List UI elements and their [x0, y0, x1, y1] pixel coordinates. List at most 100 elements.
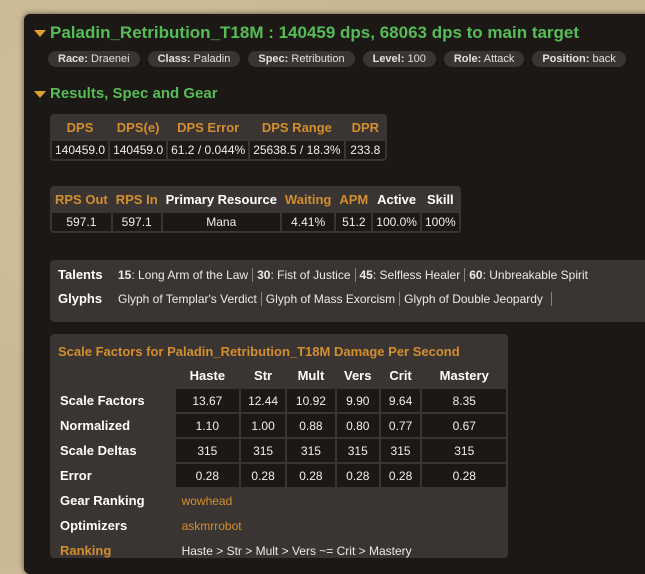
table-row: Normalized 1.10 1.00 0.88 0.80 0.77 0.67 — [56, 414, 506, 437]
section-results-title[interactable]: Results, Spec and Gear — [34, 85, 218, 102]
col-haste: Haste — [189, 368, 226, 383]
tag-class: Class: Paladin — [147, 51, 241, 67]
dps-range-header: DPS Range — [261, 120, 332, 135]
tag-position: Position: back — [532, 51, 626, 67]
active-value: 100.0% — [373, 213, 420, 231]
collapse-triangle-icon[interactable] — [34, 30, 46, 38]
dpr-header: DPR — [351, 120, 380, 135]
apm-value: 51.2 — [336, 213, 372, 231]
scale-value: 9.64 — [380, 389, 421, 412]
scale-value: 0.77 — [380, 414, 421, 437]
scale-value: 0.88 — [287, 414, 335, 437]
gear-ranking-row: Gear Ranking wowhead — [56, 489, 506, 512]
gear-ranking-label: Gear Ranking — [60, 493, 145, 508]
optimizers-row: Optimizers askmrrobot — [56, 514, 506, 537]
rps-out-header: RPS Out — [55, 192, 108, 207]
optimizers-label: Optimizers — [60, 518, 128, 533]
scale-value: 315 — [422, 439, 506, 462]
dpr-value: 233.8 — [345, 141, 386, 159]
tag-race: Race: Draenei — [48, 51, 140, 67]
report-panel: Paladin_Retribution_T18M : 140459 dps, 6… — [24, 14, 645, 574]
scale-value: 0.67 — [422, 414, 506, 437]
dps-error-value: 61.2 / 0.044% — [168, 141, 249, 159]
player-title-text: Paladin_Retribution_T18M : 140459 dps, 6… — [50, 23, 580, 42]
primary-resource-header: Primary Resource — [165, 192, 277, 207]
col-vers: Vers — [344, 368, 372, 383]
talent-item[interactable]: 15: Long Arm of the Law — [114, 267, 254, 282]
scale-value: 315 — [380, 439, 421, 462]
tag-spec: Spec: Retribution — [248, 51, 355, 67]
rps-in-header: RPS In — [115, 192, 158, 207]
col-crit: Crit — [389, 368, 412, 383]
dps-error-header: DPS Error — [177, 120, 240, 135]
talent-item[interactable]: 60: Unbreakable Spirit — [465, 268, 592, 282]
section-title-text: Results, Spec and Gear — [50, 85, 218, 102]
scale-value: 13.67 — [175, 389, 240, 412]
waiting-value: 4.41% — [281, 213, 335, 231]
scale-value: 315 — [336, 439, 379, 462]
row-label: Scale Deltas — [60, 443, 137, 458]
askmrrobot-link[interactable]: askmrrobot — [176, 514, 506, 537]
scale-value: 9.90 — [336, 389, 379, 412]
scale-value: 0.28 — [241, 464, 286, 487]
primary-resource-value: Mana — [162, 213, 280, 231]
scale-factors-box: Scale Factors for Paladin_Retribution_T1… — [50, 334, 508, 558]
talents-glyphs-box: Talents 15: Long Arm of the Law 30: Fist… — [50, 260, 645, 322]
active-header: Active — [377, 192, 417, 207]
table-row: Scale Factors 13.67 12.44 10.92 9.90 9.6… — [56, 389, 506, 412]
resource-table-box: RPS Out RPS In Primary Resource Waiting … — [50, 186, 461, 233]
glyphs-row: Glyphs Glyph of Templar's Verdict Glyph … — [58, 291, 552, 306]
apm-header: APM — [339, 192, 369, 207]
dps-header: DPS — [66, 120, 94, 135]
scale-factors-title: Scale Factors for Paladin_Retribution_T1… — [58, 344, 460, 359]
row-label: Error — [60, 468, 92, 483]
scale-value: 1.00 — [241, 414, 286, 437]
scale-value: 10.92 — [287, 389, 335, 412]
dps-e-header: DPS(e) — [116, 120, 160, 135]
table-row: Error 0.28 0.28 0.28 0.28 0.28 0.28 — [56, 464, 506, 487]
row-label: Scale Factors — [60, 393, 145, 408]
scale-value: 0.80 — [336, 414, 379, 437]
table-row: Scale Deltas 315 315 315 315 315 315 — [56, 439, 506, 462]
ranking-row: Ranking Haste > Str > Mult > Vers ~= Cri… — [56, 539, 506, 562]
col-mastery: Mastery — [439, 368, 489, 383]
collapse-triangle-icon[interactable] — [34, 90, 46, 98]
talent-item[interactable]: 30: Fist of Justice — [253, 267, 356, 282]
scale-value: 0.28 — [380, 464, 421, 487]
dps-table-box: DPS DPS(e) DPS Error DPS Range DPR 14045… — [50, 114, 388, 161]
tag-level: Level: 100 — [362, 51, 436, 67]
glyph-item[interactable]: Glyph of Templar's Verdict — [114, 291, 262, 306]
scale-factors-table: Haste Str Mult Vers Crit Mastery Scale F… — [54, 362, 508, 564]
glyph-item[interactable]: Glyph of Double Jeopardy — [400, 291, 552, 306]
row-label: Normalized — [60, 418, 131, 433]
dps-range-value: 25638.5 / 18.3% — [250, 141, 344, 159]
rps-out-value: 597.1 — [52, 213, 111, 231]
talents-row: Talents 15: Long Arm of the Law 30: Fist… — [58, 267, 592, 282]
col-str: Str — [254, 368, 273, 383]
waiting-header: Waiting — [284, 192, 332, 207]
glyphs-label: Glyphs — [58, 291, 103, 306]
ranking-value: Haste > Str > Mult > Vers ~= Crit > Mast… — [181, 543, 412, 558]
scale-value: 0.28 — [175, 464, 240, 487]
scale-value: 0.28 — [287, 464, 335, 487]
glyph-item[interactable]: Glyph of Mass Exorcism — [262, 291, 401, 306]
talent-item[interactable]: 45: Selfless Healer — [356, 267, 466, 282]
scale-value: 1.10 — [175, 414, 240, 437]
scale-value: 315 — [287, 439, 335, 462]
dps-value: 140459.0 — [52, 141, 109, 159]
scale-value: 315 — [175, 439, 240, 462]
talents-label: Talents — [58, 267, 103, 282]
col-mult: Mult — [297, 368, 325, 383]
player-tags: Race: Draenei Class: Paladin Spec: Retri… — [48, 51, 626, 67]
tag-role: Role: Attack — [443, 51, 525, 67]
player-title[interactable]: Paladin_Retribution_T18M : 140459 dps, 6… — [34, 23, 579, 43]
wowhead-link[interactable]: wowhead — [176, 489, 506, 512]
dps-table: DPS DPS(e) DPS Error DPS Range DPR 14045… — [50, 114, 387, 161]
scale-value: 12.44 — [241, 389, 286, 412]
scale-value: 0.28 — [422, 464, 506, 487]
scale-value: 8.35 — [422, 389, 506, 412]
skill-header: Skill — [426, 192, 454, 207]
rps-in-value: 597.1 — [112, 213, 161, 231]
scale-value: 0.28 — [336, 464, 379, 487]
resource-table: RPS Out RPS In Primary Resource Waiting … — [50, 186, 461, 233]
